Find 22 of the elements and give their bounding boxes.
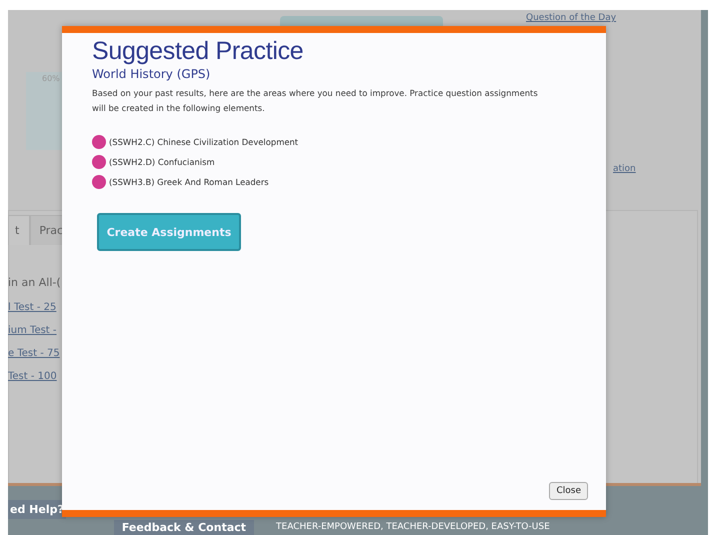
side-link[interactable]: ation bbox=[613, 164, 636, 174]
question-link[interactable]: Question of the Day bbox=[526, 13, 616, 23]
element-label: (SSWH2.D) Confucianism bbox=[109, 157, 215, 167]
help-button[interactable]: ed Help? bbox=[8, 500, 66, 519]
dialog-subtitle: World History (GPS) bbox=[92, 67, 212, 81]
test-link[interactable]: Test - 100 bbox=[8, 371, 60, 382]
bullet-icon bbox=[92, 175, 106, 189]
close-button[interactable]: Close bbox=[549, 482, 588, 500]
bullet-icon bbox=[92, 155, 106, 169]
intro-text: in an All-( bbox=[8, 276, 61, 289]
description: Based on your past results, here are the areas where you need to improve. Practice question assignments will be created in the following elements. bbox=[92, 87, 539, 115]
feedback-button[interactable]: Feedback & Contact bbox=[114, 520, 254, 535]
element-label: (SSWH3.B) Greek And Roman Leaders bbox=[109, 177, 269, 187]
element-label: (SSWH2.C) Chinese Civilization Development bbox=[109, 137, 298, 147]
test-link[interactable]: ium Test - bbox=[8, 325, 60, 336]
create-assignments-button[interactable]: Create Assignments bbox=[97, 213, 241, 251]
tagline: TEACHER-EMPOWERED, TEACHER-DEVELOPED, EASY-TO-USE bbox=[276, 522, 550, 532]
test-link[interactable]: e Test - 75 bbox=[8, 348, 60, 359]
dialog-title: Suggested Practice bbox=[92, 37, 304, 66]
tab[interactable]: t bbox=[8, 215, 30, 245]
bullet-icon bbox=[92, 135, 106, 149]
test-link[interactable]: l Test - 25 bbox=[8, 302, 60, 313]
